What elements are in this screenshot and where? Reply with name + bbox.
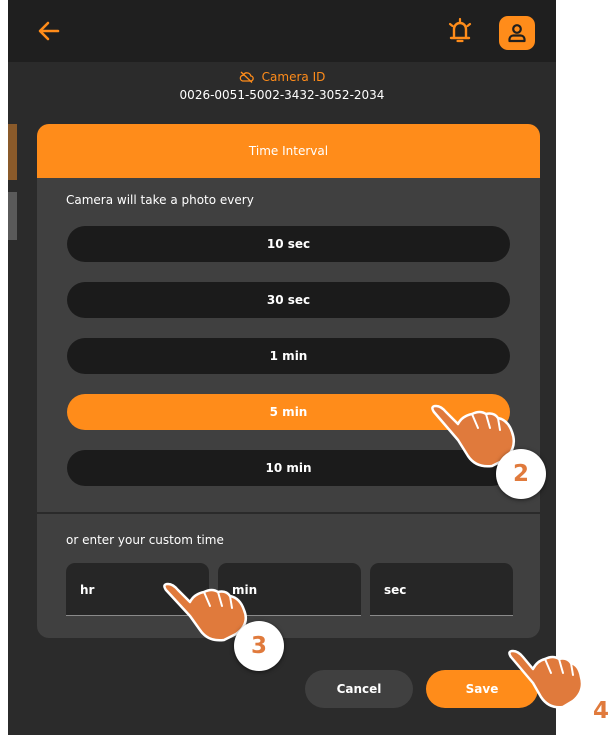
step-marker-3: 3: [234, 621, 284, 671]
cancel-button[interactable]: Cancel: [305, 670, 413, 708]
interval-prompt: Camera will take a photo every: [66, 193, 254, 207]
section-divider: [37, 512, 540, 514]
arrow-left-icon: [38, 21, 60, 41]
cloud-off-icon: [239, 71, 254, 83]
user-icon: [508, 24, 526, 43]
seconds-placeholder: sec: [384, 583, 407, 597]
alarm-button[interactable]: [445, 16, 475, 46]
step-marker-4: 4: [593, 698, 610, 724]
custom-seconds-field[interactable]: sec: [370, 563, 513, 616]
sidebar-edge-item: [8, 192, 17, 240]
interval-option-30-sec[interactable]: 30 sec: [67, 282, 510, 318]
camera-id-label-row: Camera ID: [8, 70, 556, 84]
sidebar-edge-accent: [8, 124, 17, 180]
app-window: Camera ID 0026-0051-5002-3432-3052-2034 …: [8, 0, 556, 735]
dialog-title: Time Interval: [37, 124, 540, 178]
profile-button[interactable]: [499, 16, 535, 50]
time-interval-dialog: Time Interval Camera will take a photo e…: [37, 124, 540, 638]
alarm-bell-icon: [448, 17, 472, 43]
pointing-hand-icon: [508, 649, 584, 709]
back-button[interactable]: [36, 18, 62, 44]
interval-option-1-min[interactable]: 1 min: [67, 338, 510, 374]
top-bar: [8, 0, 556, 62]
hours-placeholder: hr: [80, 583, 95, 597]
camera-id-label: Camera ID: [261, 70, 326, 84]
camera-id-value: 0026-0051-5002-3432-3052-2034: [179, 88, 385, 102]
interval-option-10-sec[interactable]: 10 sec: [67, 226, 510, 262]
custom-time-label: or enter your custom time: [66, 533, 224, 547]
step-marker-2: 2: [496, 449, 546, 499]
